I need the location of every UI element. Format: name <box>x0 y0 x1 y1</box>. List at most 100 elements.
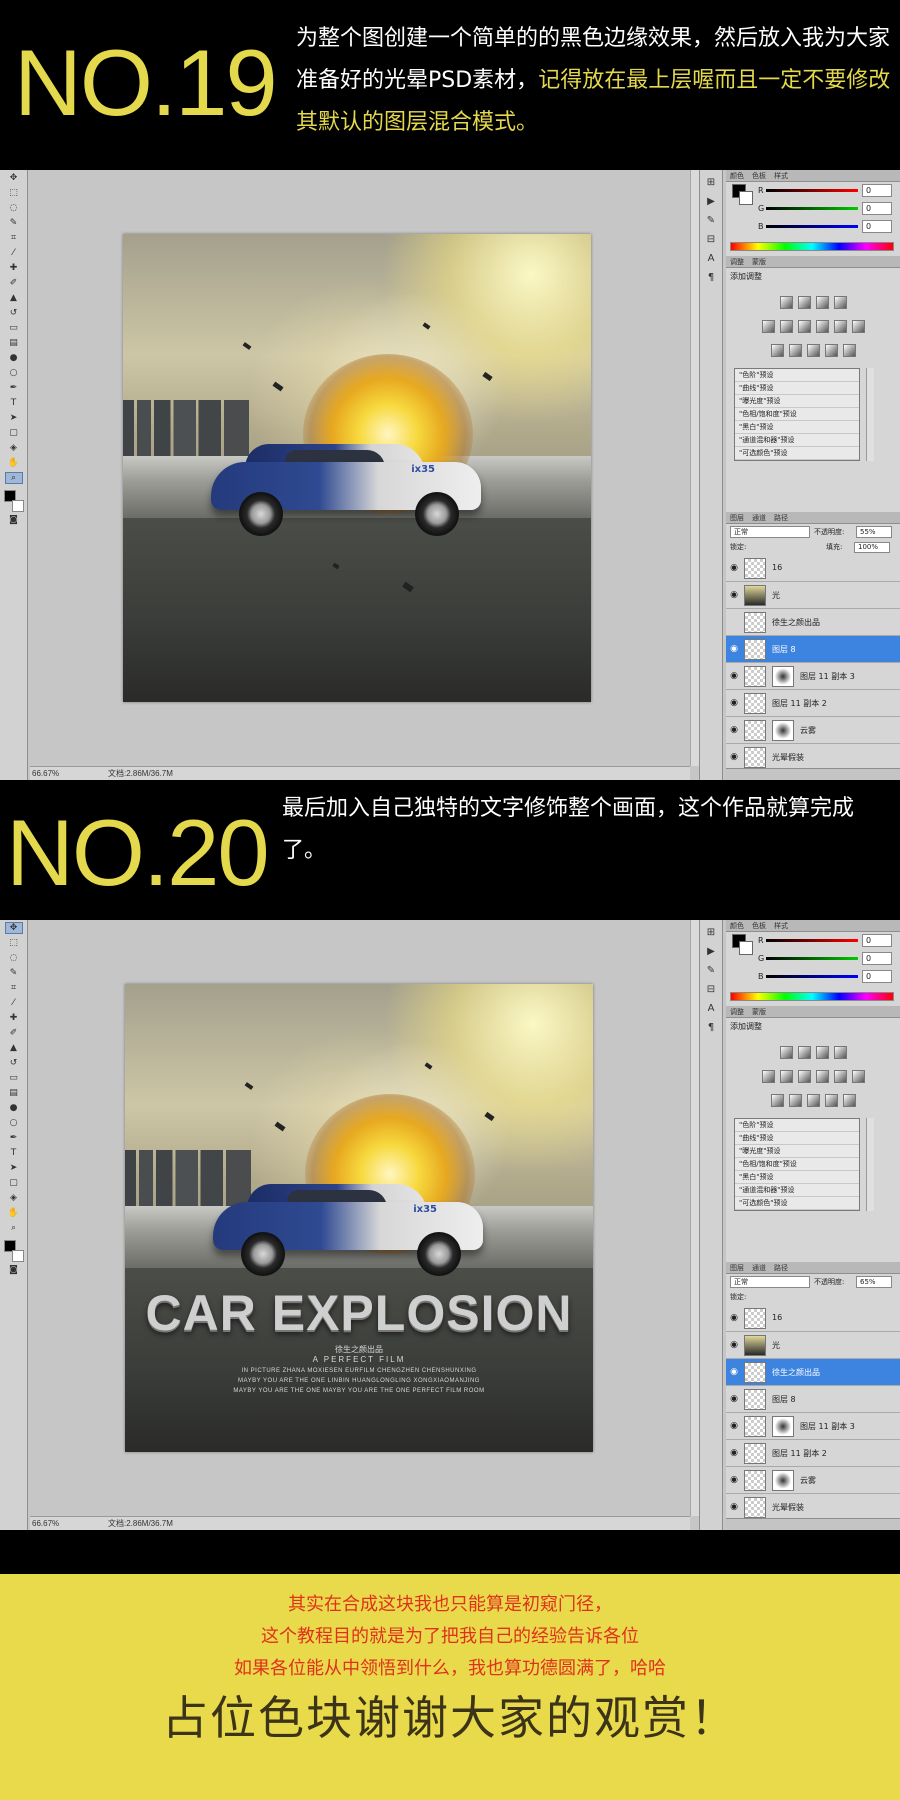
preset-item[interactable]: "通道混和器"预设 <box>735 434 859 447</box>
hue-icon[interactable] <box>779 1070 793 1083</box>
preset-item[interactable]: "黑白"预设 <box>735 421 859 434</box>
tab-masks[interactable]: 蒙版 <box>752 257 766 267</box>
clone-panel-icon[interactable]: ⊟ <box>704 233 718 246</box>
history-panel-icon[interactable]: ⊞ <box>704 926 718 939</box>
preset-item[interactable]: "色相/饱和度"预设 <box>735 408 859 421</box>
gradient-map-icon[interactable] <box>824 1094 838 1107</box>
red-slider[interactable] <box>766 189 858 192</box>
layer-thumbnail[interactable] <box>744 747 766 768</box>
invert-icon[interactable] <box>770 344 784 357</box>
eraser-tool-icon[interactable]: ▭ <box>5 1072 23 1084</box>
brush-tool-icon[interactable]: ✐ <box>5 277 23 289</box>
layer-thumbnail[interactable] <box>744 1470 766 1491</box>
hue-icon[interactable] <box>779 320 793 333</box>
path-select-icon[interactable]: ➤ <box>5 1162 23 1174</box>
layer-row[interactable]: ◉ 光 <box>726 1332 900 1359</box>
blur-tool-icon[interactable]: ● <box>5 1102 23 1114</box>
zoom-level[interactable]: 66.67% <box>32 767 59 780</box>
crop-tool-icon[interactable]: ⌗ <box>5 982 23 994</box>
layer-thumbnail[interactable] <box>744 1443 766 1464</box>
opacity-input[interactable]: 55% <box>856 526 892 538</box>
visibility-eye-icon[interactable]: ◉ <box>728 643 740 655</box>
brush-panel-icon[interactable]: ✎ <box>704 214 718 227</box>
background-color[interactable] <box>11 500 24 512</box>
posterize-icon[interactable] <box>788 344 802 357</box>
color-swatches[interactable] <box>3 1240 24 1262</box>
layer-row[interactable]: ◉ 光 <box>726 582 900 609</box>
layer-thumbnail[interactable] <box>744 612 766 633</box>
tab-adjustments[interactable]: 调整 <box>730 257 744 267</box>
dodge-tool-icon[interactable]: ○ <box>5 1117 23 1129</box>
layer-thumbnail[interactable] <box>744 1416 766 1437</box>
canvas-scrollbar[interactable] <box>690 920 699 1516</box>
posterize-icon[interactable] <box>788 1094 802 1107</box>
preset-item[interactable]: "曝光度"预设 <box>735 395 859 408</box>
layer-thumbnail[interactable] <box>744 1335 766 1356</box>
green-value[interactable]: 0 <box>862 952 892 965</box>
color-spectrum-bar[interactable] <box>730 992 894 1001</box>
tab-swatches[interactable]: 色板 <box>752 921 766 931</box>
layer-mask-thumbnail[interactable] <box>772 1470 794 1491</box>
crop-tool-icon[interactable]: ⌗ <box>5 232 23 244</box>
brush-panel-icon[interactable]: ✎ <box>704 964 718 977</box>
mixer-icon[interactable] <box>851 1070 865 1083</box>
presets-scrollbar[interactable] <box>866 368 874 461</box>
3d-tool-icon[interactable]: ◈ <box>5 442 23 454</box>
tab-layers[interactable]: 图层 <box>730 1263 744 1273</box>
visibility-eye-icon[interactable]: ◉ <box>728 1501 740 1513</box>
layer-row[interactable]: ◉ 徐生之颜出品 <box>726 1359 900 1386</box>
visibility-eye-icon[interactable] <box>728 616 740 628</box>
layer-mask-thumbnail[interactable] <box>772 720 794 741</box>
lasso-tool-icon[interactable]: ◌ <box>5 202 23 214</box>
tab-adjustments[interactable]: 调整 <box>730 1007 744 1017</box>
blend-mode-select[interactable]: 正常 <box>730 1276 810 1288</box>
actions-panel-icon[interactable]: ▶ <box>704 195 718 208</box>
quick-mask-icon[interactable]: ◙ <box>5 1264 23 1276</box>
tab-masks[interactable]: 蒙版 <box>752 1007 766 1017</box>
layer-thumbnail[interactable] <box>744 693 766 714</box>
layer-thumbnail[interactable] <box>744 666 766 687</box>
actions-panel-icon[interactable]: ▶ <box>704 945 718 958</box>
layer-row[interactable]: ◉ 图层 11 副本 3 <box>726 1413 900 1440</box>
preset-item[interactable]: "曝光度"预设 <box>735 1145 859 1158</box>
red-value[interactable]: 0 <box>862 184 892 197</box>
layer-row[interactable]: ◉ 图层 11 副本 2 <box>726 1440 900 1467</box>
eyedropper-tool-icon[interactable]: ⁄ <box>5 247 23 259</box>
tab-channels[interactable]: 通道 <box>752 1263 766 1273</box>
photo-filter-icon[interactable] <box>833 320 847 333</box>
vibrance-icon[interactable] <box>761 1070 775 1083</box>
move-tool-icon[interactable]: ✥ <box>5 172 23 184</box>
layer-thumbnail[interactable] <box>744 720 766 741</box>
tab-color[interactable]: 颜色 <box>730 921 744 931</box>
preset-item[interactable]: "可选颜色"预设 <box>735 1197 859 1210</box>
blue-slider[interactable] <box>766 225 858 228</box>
type-tool-icon[interactable]: T <box>5 397 23 409</box>
mixer-icon[interactable] <box>851 320 865 333</box>
exposure-icon[interactable] <box>833 1046 847 1059</box>
type-tool-icon[interactable]: T <box>5 1147 23 1159</box>
preset-item[interactable]: "色阶"预设 <box>735 369 859 382</box>
brush-tool-icon[interactable]: ✐ <box>5 1027 23 1039</box>
blue-value[interactable]: 0 <box>862 970 892 983</box>
preset-item[interactable]: "可选颜色"预设 <box>735 447 859 460</box>
red-value[interactable]: 0 <box>862 934 892 947</box>
quick-select-tool-icon[interactable]: ✎ <box>5 217 23 229</box>
pen-tool-icon[interactable]: ✒ <box>5 382 23 394</box>
layer-row[interactable]: ◉ 光晕假装 <box>726 744 900 771</box>
blue-slider[interactable] <box>766 975 858 978</box>
stamp-tool-icon[interactable]: ▲ <box>5 1042 23 1054</box>
history-panel-icon[interactable]: ⊞ <box>704 176 718 189</box>
levels-icon[interactable] <box>797 1046 811 1059</box>
layer-thumbnail[interactable] <box>744 1389 766 1410</box>
visibility-eye-icon[interactable]: ◉ <box>728 670 740 682</box>
visibility-eye-icon[interactable]: ◉ <box>728 724 740 736</box>
paragraph-panel-icon[interactable]: ¶ <box>704 1021 718 1034</box>
selective-color-icon[interactable] <box>842 1094 856 1107</box>
layer-thumbnail[interactable] <box>744 1308 766 1329</box>
bw-icon[interactable] <box>815 1070 829 1083</box>
hand-tool-icon[interactable]: ✋ <box>5 1207 23 1219</box>
lasso-tool-icon[interactable]: ◌ <box>5 952 23 964</box>
layer-mask-thumbnail[interactable] <box>772 666 794 687</box>
brightness-icon[interactable] <box>779 1046 793 1059</box>
hand-tool-icon[interactable]: ✋ <box>5 457 23 469</box>
